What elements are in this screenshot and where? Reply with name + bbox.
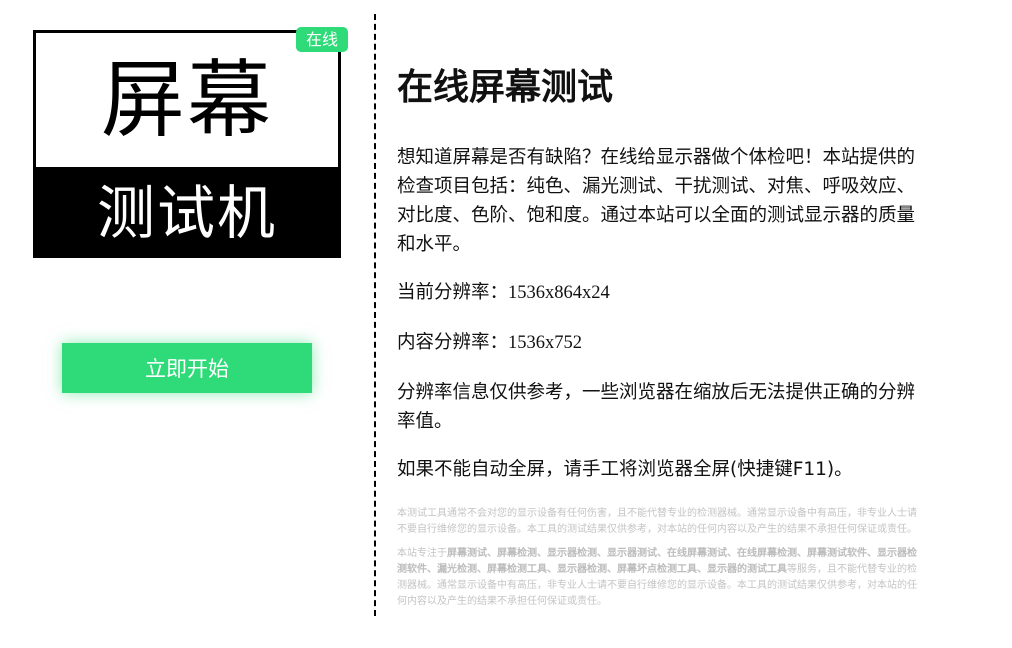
logo-bottom-text: 测试机 [36,167,338,258]
online-badge: 在线 [296,27,348,52]
main-content: 在线屏幕测试 想知道屏幕是否有缺陷？在线给显示器做个体检吧！本站提供的检查项目包… [397,60,919,610]
left-panel: 屏幕 测试机 在线 立即开始 [0,0,374,648]
current-resolution-label: 当前分辨率： [397,282,509,303]
start-now-button[interactable]: 立即开始 [62,343,312,393]
fullscreen-note: 如果不能自动全屏，请手工将浏览器全屏(快捷键F11)。 [397,459,853,480]
disclaimer-paragraph-2: 本站专注于屏幕测试、屏幕检测、显示器检测、显示器测试、在线屏幕测试、在线屏幕检测… [397,546,919,610]
site-logo: 屏幕 测试机 [33,30,341,258]
disclaimer-paragraph-1: 本测试工具通常不会对您的显示设备有任何伤害，且不能代替专业的检测器械。通常显示设… [397,508,917,535]
dashed-divider [374,14,376,616]
current-resolution-value: 1536x864x24 [508,283,610,303]
content-resolution-value: 1536x752 [508,333,583,353]
disclaimer-prefix: 本站专注于 [397,548,447,559]
content-resolution: 内容分辨率：1536x752 [397,328,919,358]
logo-top-text: 屏幕 [100,51,273,149]
page-title: 在线屏幕测试 [397,67,614,108]
content-resolution-label: 内容分辨率： [397,332,509,353]
page: 屏幕 测试机 在线 立即开始 在线屏幕测试 想知道屏幕是否有缺陷？在线给显示器做… [0,0,1012,648]
description-text: 想知道屏幕是否有缺陷？在线给显示器做个体检吧！本站提供的检查项目包括：纯色、漏光… [397,147,916,255]
current-resolution: 当前分辨率：1536x864x24 [397,278,919,308]
resolution-note: 分辨率信息仅供参考，一些浏览器在缩放后无法提供正确的分辨率值。 [397,382,916,432]
